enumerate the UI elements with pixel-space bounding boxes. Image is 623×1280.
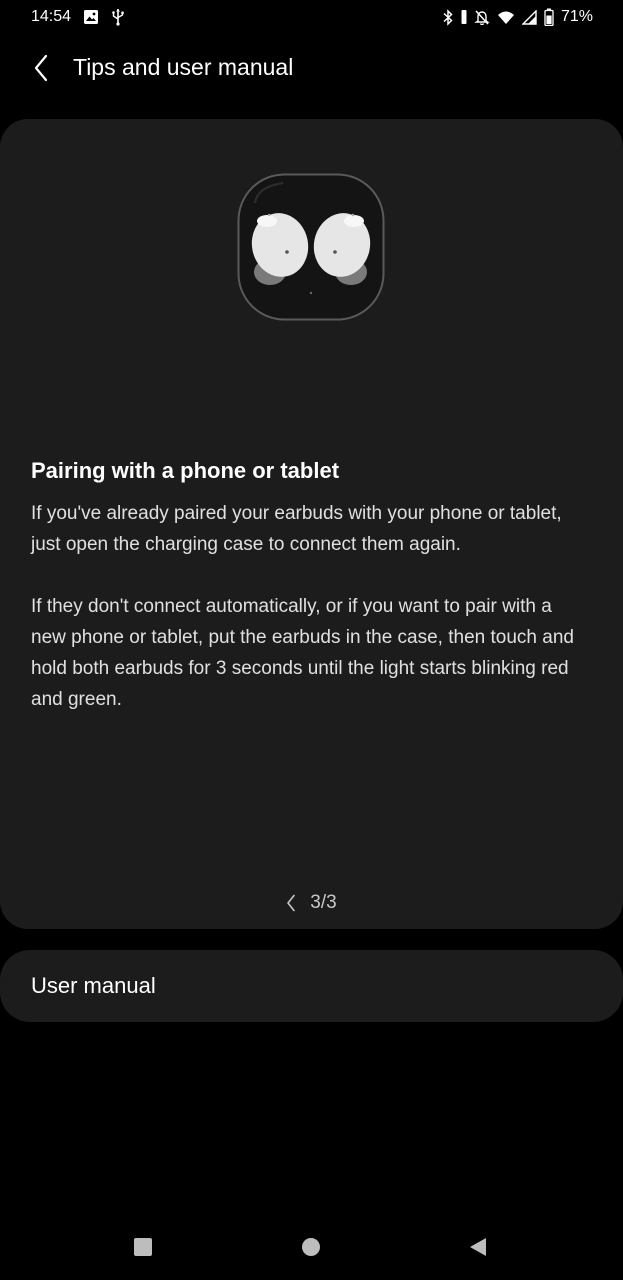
battery-percent: 71% xyxy=(560,8,593,25)
nav-back-button[interactable] xyxy=(459,1228,497,1266)
back-button[interactable] xyxy=(24,50,58,86)
previous-tip-button[interactable] xyxy=(286,894,296,912)
usb-icon xyxy=(111,8,125,26)
mute-icon xyxy=(474,9,490,25)
navigation-bar xyxy=(0,1220,623,1276)
recents-button[interactable] xyxy=(124,1228,162,1266)
gallery-icon xyxy=(83,9,99,25)
status-time: 14:54 xyxy=(31,8,72,25)
tip-title: Pairing with a phone or tablet xyxy=(31,458,340,483)
status-left: 14:54 xyxy=(31,8,125,26)
status-bar: 14:54 71% xyxy=(0,0,623,34)
earbuds-case-image xyxy=(237,173,385,321)
home-button[interactable] xyxy=(292,1228,330,1266)
chevron-left-icon xyxy=(34,54,48,82)
back-icon xyxy=(470,1238,486,1256)
wifi-icon xyxy=(497,10,515,25)
recents-icon xyxy=(134,1238,152,1256)
chevron-left-icon xyxy=(287,894,296,912)
page-indicator: 3/3 xyxy=(310,892,337,913)
tip-body: If you've already paired your earbuds wi… xyxy=(31,498,591,715)
tip-paragraph-2: If they don't connect automatically, or … xyxy=(31,596,574,710)
signal-icon xyxy=(521,9,537,25)
home-icon xyxy=(302,1238,320,1256)
bluetooth-icon xyxy=(442,8,454,26)
status-right: 71% xyxy=(442,8,593,26)
battery-icon xyxy=(544,8,554,26)
app-bar: Tips and user manual xyxy=(0,44,623,92)
page-title: Tips and user manual xyxy=(73,54,294,80)
vibrate-icon xyxy=(461,9,467,25)
user-manual-label: User manual xyxy=(31,973,156,998)
tip-pager: 3/3 xyxy=(0,889,623,917)
tip-card[interactable]: Pairing with a phone or tablet If you've… xyxy=(0,119,623,929)
tip-paragraph-1: If you've already paired your earbuds wi… xyxy=(31,503,562,555)
user-manual-button[interactable]: User manual xyxy=(0,950,623,1022)
